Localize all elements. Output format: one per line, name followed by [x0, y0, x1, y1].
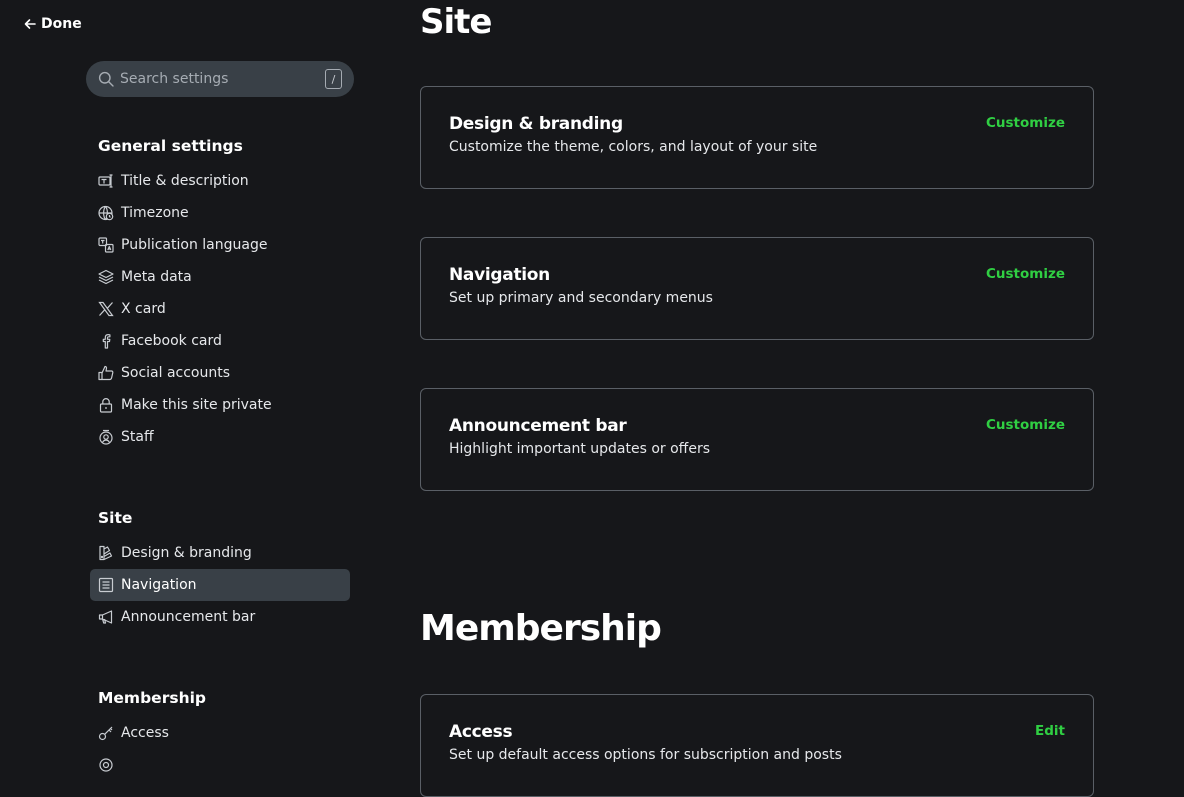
card-announcement-bar: Announcement bar Highlight important upd… [420, 388, 1094, 491]
sidebar-item-label: Staff [121, 429, 154, 445]
sidebar-item-publication-language[interactable]: Publication language [90, 229, 350, 261]
translate-icon [98, 237, 114, 253]
sidebar-item-staff[interactable]: Staff [90, 421, 350, 453]
sidebar-item-label: Publication language [121, 237, 268, 253]
done-label: Done [41, 16, 82, 32]
card-title: Design & branding [449, 114, 623, 134]
sidebar-item-make-private[interactable]: Make this site private [90, 389, 350, 421]
sidebar-item-access[interactable]: Access [90, 717, 350, 749]
sidebar-group-membership: Membership [98, 689, 207, 707]
section-title-site: Site [420, 2, 492, 42]
section-title-membership: Membership [420, 608, 662, 649]
globe-icon [98, 205, 114, 221]
arrow-left-icon [24, 19, 36, 29]
sidebar-group-site: Site [98, 509, 133, 527]
sidebar-item-navigation[interactable]: Navigation [90, 569, 350, 601]
megaphone-icon [98, 609, 114, 625]
sidebar-item-label: Navigation [121, 577, 197, 593]
done-button[interactable]: Done [24, 16, 82, 32]
partial-icon [98, 757, 114, 773]
sidebar-item-facebook-card[interactable]: Facebook card [90, 325, 350, 357]
card-design-branding: Design & branding Customize the theme, c… [420, 86, 1094, 189]
sidebar-item-timezone[interactable]: Timezone [90, 197, 350, 229]
sidebar-item-label: Make this site private [121, 397, 272, 413]
card-title: Announcement bar [449, 416, 627, 436]
customize-button[interactable]: Customize [986, 417, 1065, 433]
title-icon [98, 173, 114, 189]
facebook-icon [98, 333, 114, 349]
sidebar-item-label: Facebook card [121, 333, 222, 349]
card-description: Customize the theme, colors, and layout … [449, 139, 818, 155]
sidebar-item-label: Meta data [121, 269, 192, 285]
card-title: Access [449, 722, 513, 742]
staff-icon [98, 429, 114, 445]
card-description: Set up default access options for subscr… [449, 747, 842, 763]
sidebar-item-label: Access [121, 725, 169, 741]
sidebar-item-title-description[interactable]: Title & description [90, 165, 350, 197]
search-input[interactable] [120, 71, 319, 87]
sidebar-item-x-card[interactable]: X card [90, 293, 350, 325]
thumbs-up-icon [98, 365, 114, 381]
sidebar-item-meta-data[interactable]: Meta data [90, 261, 350, 293]
lock-icon [98, 397, 114, 413]
sidebar-item-label: X card [121, 301, 166, 317]
search-shortcut-badge: / [325, 69, 342, 89]
sidebar-item-partial[interactable] [90, 749, 350, 781]
sidebar-item-design-branding[interactable]: Design & branding [90, 537, 350, 569]
card-title: Navigation [449, 265, 550, 285]
navigation-icon [98, 577, 114, 593]
card-access: Access Set up default access options for… [420, 694, 1094, 797]
sidebar-item-label: Social accounts [121, 365, 231, 381]
search-icon [98, 71, 114, 87]
card-navigation: Navigation Set up primary and secondary … [420, 237, 1094, 340]
sidebar-item-label: Title & description [121, 173, 249, 189]
card-description: Highlight important updates or offers [449, 441, 710, 457]
paintbrush-icon [98, 545, 114, 561]
customize-button[interactable]: Customize [986, 266, 1065, 282]
key-icon [98, 725, 114, 741]
sidebar-item-announcement-bar[interactable]: Announcement bar [90, 601, 350, 633]
layers-icon [98, 269, 114, 285]
sidebar-item-label: Design & branding [121, 545, 252, 561]
x-logo-icon [98, 301, 114, 317]
sidebar-item-label: Timezone [121, 205, 189, 221]
sidebar-item-social-accounts[interactable]: Social accounts [90, 357, 350, 389]
sidebar-item-label: Announcement bar [121, 609, 256, 625]
search-bar[interactable]: / [86, 61, 354, 97]
customize-button[interactable]: Customize [986, 115, 1065, 131]
card-description: Set up primary and secondary menus [449, 290, 713, 306]
sidebar-group-general: General settings [98, 137, 243, 155]
edit-button[interactable]: Edit [1035, 723, 1065, 739]
